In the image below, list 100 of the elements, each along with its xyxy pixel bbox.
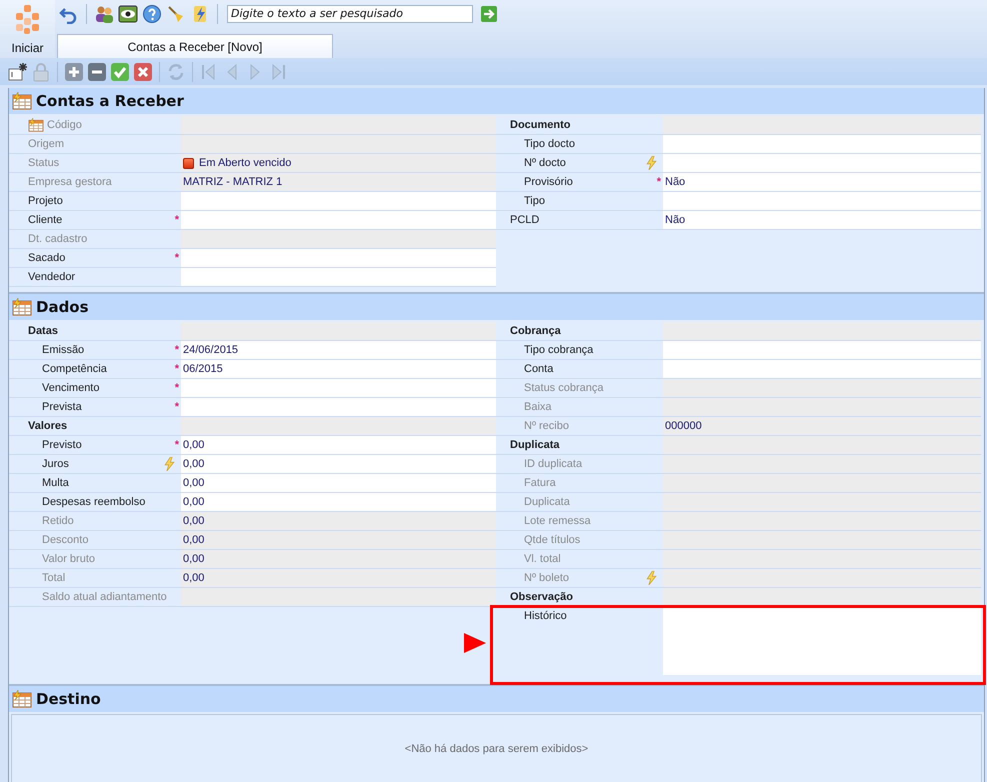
- field-label: Tipo cobrança: [524, 344, 594, 356]
- section-title: Contas a Receber: [36, 92, 184, 110]
- search-field[interactable]: Digite o texto a ser pesquisado: [227, 4, 473, 22]
- field-label: Histórico: [524, 610, 567, 622]
- table-lightning-icon: [12, 690, 32, 708]
- required-asterisk: *: [174, 344, 179, 356]
- group-label: Duplicata: [510, 439, 560, 451]
- close-icon[interactable]: [133, 62, 153, 82]
- field-label: Competência: [42, 363, 107, 375]
- go-arrow-icon[interactable]: [481, 6, 497, 22]
- pointer-arrow-icon: [464, 633, 486, 653]
- field-label: Saldo atual adiantamento: [42, 591, 167, 603]
- group-label: Valores: [28, 420, 68, 432]
- required-asterisk: *: [174, 439, 179, 451]
- field-label: Nº boleto: [524, 572, 569, 584]
- field-label: Multa: [42, 477, 69, 489]
- field-label: ID duplicata: [524, 458, 582, 470]
- help-icon[interactable]: [142, 4, 162, 24]
- minus-icon[interactable]: [87, 62, 107, 82]
- value-field: 000000: [663, 417, 981, 435]
- required-asterisk: *: [174, 252, 179, 264]
- checkmark-icon[interactable]: [110, 62, 130, 82]
- field-label: Fatura: [524, 477, 556, 489]
- group-label: Observação: [510, 591, 573, 603]
- section-title: Dados: [36, 298, 89, 316]
- field-label: Tipo: [524, 195, 545, 207]
- value-field[interactable]: [181, 379, 496, 397]
- value-field[interactable]: [663, 192, 981, 210]
- field-label: Projeto: [28, 195, 63, 207]
- lightning-icon[interactable]: [646, 156, 657, 170]
- field-label: Prevista: [42, 401, 82, 413]
- value-field[interactable]: [663, 341, 981, 359]
- field-label: Conta: [524, 363, 554, 375]
- field-label: Código: [28, 118, 82, 132]
- value-field: MATRIZ - MATRIZ 1: [181, 173, 496, 191]
- value-field[interactable]: [181, 268, 496, 286]
- field-label: PCLD: [510, 214, 540, 226]
- plus-icon[interactable]: [64, 62, 84, 82]
- memo-field[interactable]: [663, 607, 981, 675]
- field-label: Origem: [28, 138, 64, 150]
- empty-message: <Não há dados para serem exibidos>: [404, 743, 588, 755]
- field-label: Total: [42, 572, 66, 584]
- value-field[interactable]: [181, 398, 496, 416]
- value-field: Em Aberto vencido: [181, 154, 496, 172]
- field-label: Nº recibo: [524, 420, 569, 432]
- section-title: Destino: [36, 690, 101, 708]
- required-asterisk: *: [174, 214, 179, 226]
- value-field[interactable]: 0,00: [181, 493, 496, 511]
- field-label: Juros: [42, 458, 69, 470]
- field-label: Qtde títulos: [524, 534, 580, 546]
- value-field[interactable]: Não: [663, 173, 981, 191]
- eye-icon[interactable]: [118, 4, 138, 24]
- field-label: Emissão: [42, 344, 84, 356]
- field-label: Previsto: [42, 439, 82, 451]
- value-field[interactable]: 0,00: [181, 436, 496, 454]
- value-field: 0,00: [181, 569, 496, 587]
- value-field[interactable]: Não: [663, 211, 981, 229]
- value-field[interactable]: [663, 154, 981, 172]
- group-label: Cobrança: [510, 325, 561, 337]
- field-label: Status: [28, 157, 60, 169]
- users-icon[interactable]: [94, 4, 114, 24]
- field-label: Vendedor: [28, 271, 76, 283]
- value-field[interactable]: [663, 360, 981, 378]
- tab[interactable]: Contas a Receber [Novo]: [57, 34, 333, 58]
- value-field[interactable]: [181, 192, 496, 210]
- required-asterisk: *: [174, 382, 179, 394]
- field-label: Sacado: [28, 252, 66, 264]
- field-label: Vl. total: [524, 553, 561, 565]
- group-label: Datas: [28, 325, 58, 337]
- field-label: Desconto: [42, 534, 88, 546]
- value-field[interactable]: [181, 249, 496, 267]
- field-label: Nº docto: [524, 157, 566, 169]
- new-record-icon[interactable]: [8, 62, 28, 82]
- field-label: Valor bruto: [42, 553, 95, 565]
- field-label: Baixa: [524, 401, 552, 413]
- field-label: Status cobrança: [524, 382, 604, 394]
- value-field[interactable]: 0,00: [181, 455, 496, 473]
- field-label: Dt. cadastro: [28, 233, 88, 245]
- field-label: Lote remessa: [524, 515, 591, 527]
- table-lightning-icon: [12, 92, 32, 110]
- field-label: Despesas reembolso: [42, 496, 146, 508]
- value-field[interactable]: 0,00: [181, 474, 496, 492]
- field-label: Provisório: [524, 176, 573, 188]
- field-label: Duplicata: [524, 496, 570, 508]
- field-label: Vencimento: [42, 382, 100, 394]
- required-asterisk: *: [174, 363, 179, 375]
- value-field: 0,00: [181, 512, 496, 530]
- value-field[interactable]: 24/06/2015: [181, 341, 496, 359]
- value-field[interactable]: 06/2015: [181, 360, 496, 378]
- lightning-icon[interactable]: [164, 457, 175, 471]
- field-label: Tipo docto: [524, 138, 575, 150]
- value-field[interactable]: [181, 211, 496, 229]
- field-label: Cliente: [28, 214, 62, 226]
- field-label: Empresa gestora: [28, 176, 112, 188]
- start-button[interactable]: Iniciar: [0, 0, 55, 58]
- value-field: 0,00: [181, 531, 496, 549]
- table-lightning-icon: [12, 298, 32, 316]
- broom-icon[interactable]: [166, 4, 186, 24]
- value-field[interactable]: [663, 135, 981, 153]
- field-label: Retido: [42, 515, 74, 527]
